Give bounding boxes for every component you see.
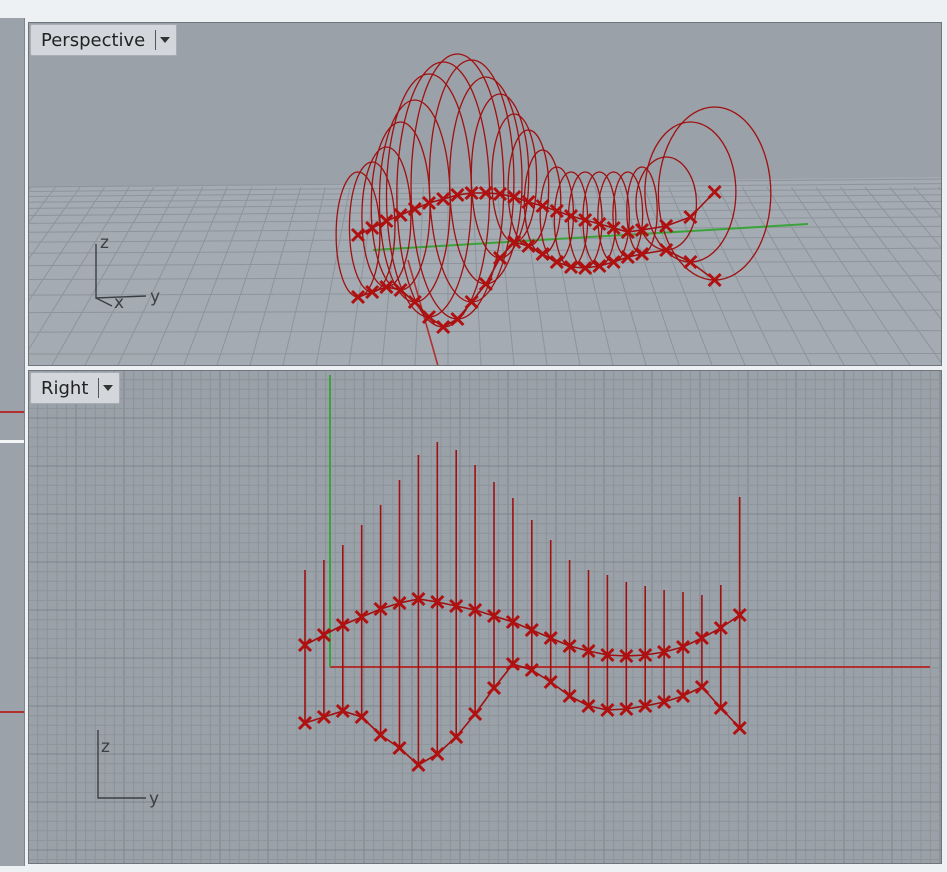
perspective-viewport[interactable]: z x y Perspective	[28, 22, 942, 366]
left-strip-divider	[0, 440, 24, 443]
axis-label-x: x	[114, 293, 124, 313]
perspective-canvas[interactable]: z x y	[28, 22, 942, 366]
title-separator	[155, 30, 157, 50]
axis-label-y: y	[149, 789, 159, 809]
axis-label-z: z	[100, 233, 109, 253]
viewport-title-perspective[interactable]: Perspective	[30, 24, 178, 56]
right-viewport[interactable]: zy Right	[28, 370, 942, 864]
left-strip-marker	[0, 411, 24, 413]
upper-rail-curve	[304, 598, 741, 657]
left-panel-strip[interactable]	[0, 18, 25, 866]
caret-down-icon[interactable]	[158, 30, 172, 50]
caret-down-icon[interactable]	[101, 378, 115, 398]
right-canvas[interactable]: zy	[28, 370, 942, 864]
construction-grid	[28, 370, 942, 864]
circle-profiles-edge-on	[304, 442, 741, 765]
rhino-app-window: zxy Perspective zy Right	[0, 0, 947, 872]
axis-label-z: z	[101, 737, 110, 757]
viewport-title-label: Perspective	[41, 29, 146, 51]
grid-line	[28, 352, 942, 355]
axis-label-y: y	[150, 287, 160, 307]
title-separator	[98, 378, 100, 398]
lower-rail-curve	[304, 663, 741, 766]
perspective-ground-grid	[28, 177, 942, 366]
viewport-title-label: Right	[41, 377, 89, 399]
viewport-title-right[interactable]: Right	[30, 372, 121, 404]
left-strip-marker	[0, 711, 24, 713]
axis-triad: zy	[97, 730, 159, 809]
